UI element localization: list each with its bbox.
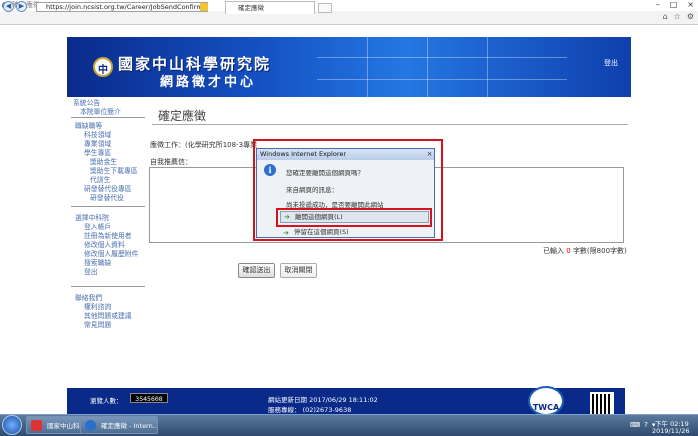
- stay-page-button[interactable]: ➔ 停留在這個網頁(S): [280, 228, 429, 237]
- logo-seal-icon: [93, 57, 113, 77]
- sidebar-item-logout[interactable]: 登出: [84, 268, 98, 276]
- dialog-close-icon[interactable]: ×: [425, 149, 434, 159]
- logout-link[interactable]: 登出: [604, 58, 618, 68]
- sidebar-item-tech[interactable]: 科技領域: [84, 131, 111, 139]
- twca-badge: TWCA: [528, 386, 564, 416]
- close-icon[interactable]: ×: [687, 0, 694, 11]
- recommend-label: 自我推薦信：: [150, 158, 192, 166]
- stay-page-label: 停留在這個網頁(S): [294, 228, 349, 236]
- service-phone: 服務專線： (02)2673-9638: [268, 406, 352, 414]
- sidebar-item-pro[interactable]: 專業領域: [84, 140, 111, 148]
- tab-active[interactable]: 確定應徵: [225, 1, 315, 14]
- gear-icon[interactable]: ⚙: [687, 12, 694, 21]
- dialog-title: Windows Internet Explorer: [257, 149, 434, 160]
- title-divider: [152, 124, 628, 125]
- keyboard-icon[interactable]: ⌨: [630, 421, 640, 429]
- sidebar-item-rights[interactable]: 權利諮詢: [84, 303, 111, 311]
- logo-subtitle: 網路徵才中心: [160, 75, 257, 90]
- char-count-value: 0: [566, 247, 571, 255]
- sidebar-item-trainee[interactable]: 代訓生: [90, 176, 110, 184]
- forward-icon[interactable]: ▶: [16, 1, 27, 12]
- minimize-icon[interactable]: –: [656, 0, 660, 11]
- address-input[interactable]: https://join.ncsist.org.tw/Career/JobSen…: [36, 2, 208, 12]
- confirm-submit-button[interactable]: 確認送出: [238, 263, 275, 278]
- sidebar-item-profile[interactable]: 修改個人資料: [84, 241, 125, 249]
- sidebar-item-rd-service-zone[interactable]: 研發替代役專區: [84, 185, 132, 193]
- taskbar-label: 確定應徵 - Intern...: [101, 422, 158, 430]
- arrow-right-icon: ➔: [283, 229, 289, 237]
- taskbar-item-window2[interactable]: 確定應徵 - Intern...: [80, 416, 158, 434]
- new-tab-button[interactable]: [318, 3, 332, 13]
- address-toolbar: [0, 11, 698, 25]
- sidebar-item-jobs[interactable]: 職缺職等: [75, 122, 102, 130]
- cancel-close-button[interactable]: 取消關閉: [280, 263, 317, 278]
- sidebar-item-rd-service[interactable]: 研發替代役: [90, 194, 124, 202]
- dialog-question: 您確定要離開這個網頁嗎？: [286, 169, 364, 177]
- favorites-icon[interactable]: ☆: [674, 12, 681, 21]
- window-controls: – □ ×: [656, 0, 694, 11]
- sidebar-item-scholarship[interactable]: 獎助金生: [90, 158, 117, 166]
- info-icon: i: [264, 164, 276, 176]
- start-button[interactable]: [2, 415, 22, 435]
- char-count-suffix: 字數(限800字數): [572, 247, 627, 255]
- visitor-counter: 3545608: [130, 393, 168, 403]
- clock-date[interactable]: 2019/11/26: [652, 427, 689, 435]
- page-title: 確定應徵: [158, 109, 207, 123]
- leave-page-label: 離開這個網頁(L): [295, 213, 343, 221]
- sidebar-item-other[interactable]: 其他問題或建議: [84, 312, 132, 320]
- sidebar-item-students[interactable]: 學生專區: [84, 149, 111, 157]
- arrow-right-icon: ➔: [284, 213, 290, 221]
- lock-icon[interactable]: [200, 3, 208, 11]
- sidebar-item-resume[interactable]: 修改個人履歷附件: [84, 250, 138, 258]
- qr-code: [590, 392, 614, 416]
- back-icon[interactable]: ◀: [3, 1, 14, 12]
- sidebar-item-announcements[interactable]: 系統公告: [73, 99, 100, 107]
- url-text: https://join.ncsist.org.tw/Career/JobSen…: [46, 3, 203, 11]
- sidebar-item-faq[interactable]: 常見問題: [84, 321, 111, 329]
- app-icon: [31, 420, 42, 431]
- browser-toolbar-icons: ⌂ ☆ ⚙: [663, 12, 694, 21]
- leave-page-button[interactable]: ➔ 離開這個網頁(L): [280, 211, 429, 223]
- sidebar-item-register[interactable]: 註冊為新使用者: [84, 232, 132, 240]
- maximize-icon[interactable]: □: [670, 0, 678, 11]
- site-updated: 網站更新日期 2017/06/29 18:11:02: [268, 396, 378, 404]
- char-count: 已輸入 0 字數(限800字數): [543, 246, 627, 256]
- tab-label: 確定應徵: [238, 4, 264, 12]
- sidebar-item-search[interactable]: 搜索職缺: [84, 259, 111, 267]
- sidebar-item-contact[interactable]: 聯絡我們: [75, 294, 102, 302]
- sidebar-item-units[interactable]: 本院單位簡介: [80, 108, 121, 116]
- home-icon[interactable]: ⌂: [663, 12, 668, 21]
- char-count-prefix: 已輸入: [543, 247, 564, 255]
- sidebar-item-scholar-download[interactable]: 獎助生下載專區: [90, 167, 138, 175]
- sidebar-item-choose[interactable]: 選擇中科院: [75, 214, 109, 222]
- job-label: 應徵工作：(化學研究所108-3專業: [150, 141, 258, 149]
- ie-icon: [85, 420, 96, 431]
- help-icon[interactable]: ?: [644, 421, 648, 429]
- dialog-from-page: 來自網頁的訊息：: [286, 186, 338, 194]
- sidebar-item-login[interactable]: 登入帳戶: [84, 223, 111, 231]
- visitor-label: 瀏覽人數：: [90, 397, 123, 405]
